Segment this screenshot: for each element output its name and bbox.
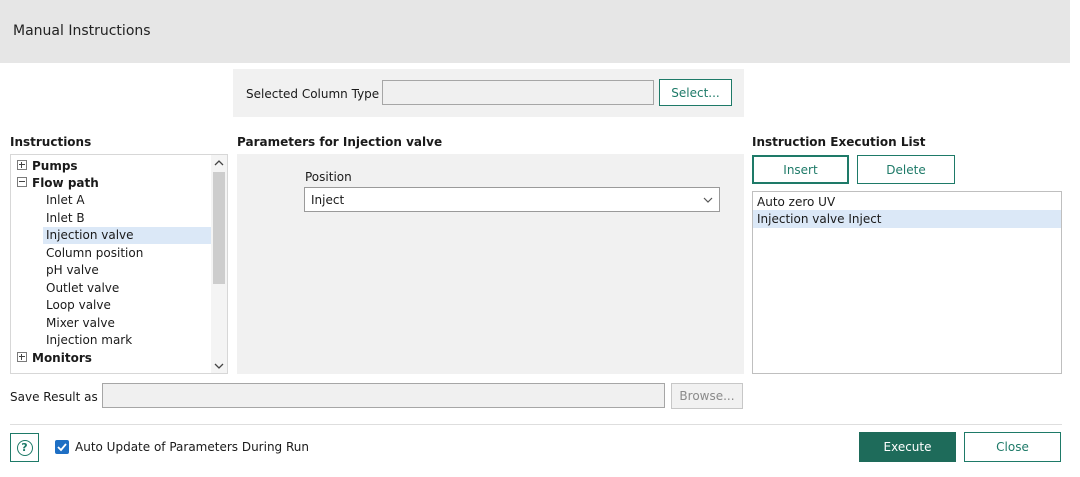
auto-update-checkbox[interactable] [55,440,69,454]
close-button[interactable]: Close [964,432,1061,462]
instructions-heading: Instructions [10,135,92,149]
tree-item-inlet-a[interactable]: Inlet A [46,192,85,209]
select-column-button[interactable]: Select... [659,79,732,106]
checkmark-icon [57,443,67,452]
chevron-down-icon [703,197,713,203]
tree-item-label: Monitors [32,351,92,365]
delete-button[interactable]: Delete [857,155,955,184]
list-item[interactable]: Auto zero UV [753,193,1061,211]
expand-icon[interactable] [17,352,27,362]
execution-list[interactable]: Auto zero UV Injection valve Inject [752,191,1062,374]
tree-item-injection-valve[interactable]: Injection valve [43,227,211,244]
execute-button[interactable]: Execute [859,432,956,462]
tree-item-inlet-b[interactable]: Inlet B [46,210,85,227]
parameters-heading: Parameters for Injection valve [237,135,443,149]
position-select[interactable]: Inject [304,187,720,212]
auto-update-label[interactable]: Auto Update of Parameters During Run [75,440,309,454]
help-icon: ? [16,439,33,456]
position-value: Inject [311,193,345,207]
tree-scrollbar-thumb[interactable] [213,172,225,284]
tree-item-loop-valve[interactable]: Loop valve [46,297,111,314]
scroll-down-icon[interactable] [214,362,224,370]
window-edge [1070,0,1080,477]
save-result-label: Save Result as [10,390,98,404]
list-item[interactable]: Injection valve Inject [753,210,1061,228]
save-result-field[interactable] [102,383,665,408]
dialog-title: Manual Instructions [13,23,151,39]
tree-item-label: Flow path [32,176,99,190]
tree-item-outlet-valve[interactable]: Outlet valve [46,280,119,297]
column-type-field[interactable] [382,80,654,105]
dialog-title-bar: Manual Instructions [0,0,1070,63]
scroll-up-icon[interactable] [214,159,224,167]
help-button[interactable]: ? [10,433,39,462]
column-type-label: Selected Column Type [246,87,380,101]
browse-button[interactable]: Browse... [671,383,743,409]
instructions-tree[interactable]: Pumps Flow path Inlet A Inlet B Injectio… [10,154,228,374]
tree-item-ph-valve[interactable]: pH valve [46,262,99,279]
tree-item-column-position[interactable]: Column position [46,245,143,262]
tree-item-flow-path[interactable]: Flow path [17,175,99,192]
footer-divider [10,424,1062,425]
tree-item-injection-mark[interactable]: Injection mark [46,332,132,349]
collapse-icon[interactable] [17,177,27,187]
tree-item-pumps[interactable]: Pumps [17,158,78,175]
position-label: Position [305,170,352,184]
tree-item-mixer-valve[interactable]: Mixer valve [46,315,115,332]
insert-button[interactable]: Insert [752,155,849,184]
expand-icon[interactable] [17,160,27,170]
execution-list-heading: Instruction Execution List [752,135,926,149]
tree-item-monitors[interactable]: Monitors [17,350,92,367]
tree-item-label: Pumps [32,159,78,173]
